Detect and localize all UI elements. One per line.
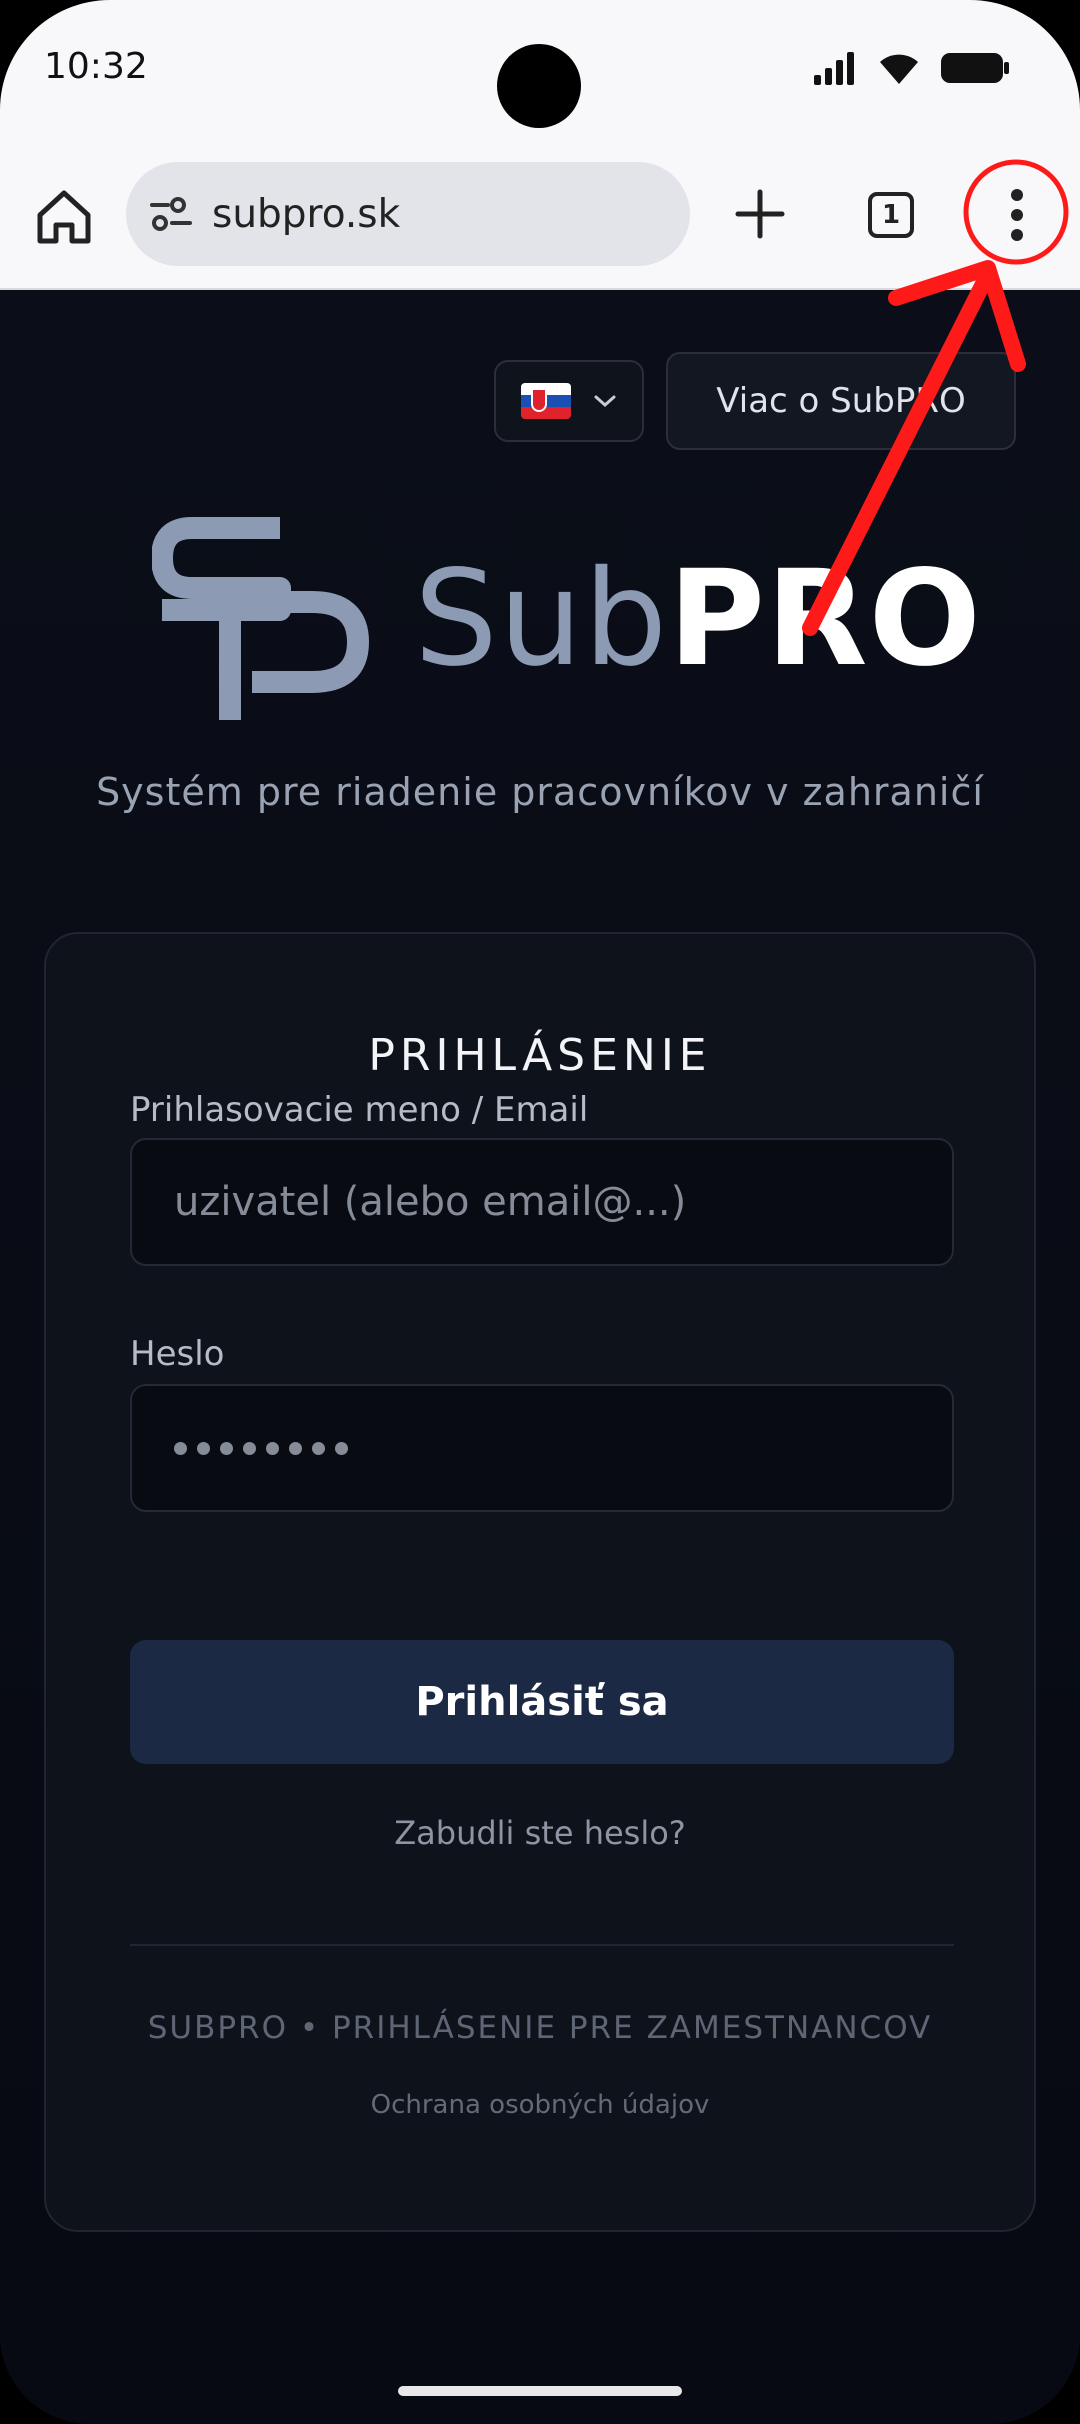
page-content: Viac o SubPRO SubPRO Systém pre riadenie…	[0, 292, 1080, 2424]
status-bar: 10:32	[0, 0, 1080, 150]
forgot-password-link[interactable]: Zabudli ste heslo?	[46, 1814, 1034, 1852]
login-title: PRIHLÁSENIE	[368, 1030, 712, 1081]
logo-text-pro: PRO	[668, 542, 982, 696]
password-input[interactable]	[130, 1384, 954, 1512]
address-bar[interactable]: subpro.sk	[126, 162, 690, 266]
chevron-down-icon	[594, 395, 616, 408]
battery-icon	[941, 53, 1009, 83]
home-icon[interactable]	[32, 185, 96, 249]
footer-caption: SUBPRO • PRIHLÁSENIE PRE ZAMESTNANCOV	[147, 2010, 933, 2046]
new-tab-icon[interactable]	[730, 182, 790, 246]
camera-cutout	[497, 44, 581, 128]
tab-count: 1	[881, 200, 901, 230]
logo-text-sub: Sub	[414, 542, 669, 696]
tab-switcher-button[interactable]: 1	[868, 192, 914, 238]
password-label: Heslo	[130, 1334, 225, 1374]
logo-wordmark: SubPRO	[414, 542, 982, 696]
subpro-logo-icon	[152, 517, 369, 720]
login-card: PRIHLÁSENIE Prihlasovacie meno / Email u…	[44, 932, 1036, 2232]
phone-screen: 10:32 subpro.sk 1 Viac o SubPRO SubPRO S…	[0, 0, 1080, 2424]
username-input[interactable]: uzivatel (alebo email@...)	[130, 1138, 954, 1266]
divider	[130, 1944, 954, 1946]
slovak-flag-icon	[521, 383, 571, 419]
more-vert-icon	[1011, 189, 1023, 241]
home-indicator[interactable]	[398, 2386, 682, 2396]
more-menu-button[interactable]	[972, 170, 1062, 260]
browser-toolbar: subpro.sk 1	[0, 150, 1080, 290]
privacy-link[interactable]: Ochrana osobných údajov	[46, 2090, 1034, 2120]
status-time: 10:32	[44, 46, 148, 87]
tagline: Systém pre riadenie pracovníkov v zahran…	[96, 770, 984, 814]
signal-icon	[814, 52, 854, 85]
password-masked	[174, 1441, 348, 1455]
language-selector[interactable]	[494, 360, 644, 442]
wifi-icon	[880, 54, 918, 84]
username-label: Prihlasovacie meno / Email	[130, 1090, 589, 1130]
site-settings-icon[interactable]	[148, 191, 194, 237]
status-icons	[812, 50, 1010, 86]
username-placeholder: uzivatel (alebo email@...)	[174, 1179, 687, 1225]
login-button[interactable]: Prihlásiť sa	[130, 1640, 954, 1764]
about-button[interactable]: Viac o SubPRO	[666, 352, 1016, 450]
url-text[interactable]: subpro.sk	[212, 192, 400, 237]
